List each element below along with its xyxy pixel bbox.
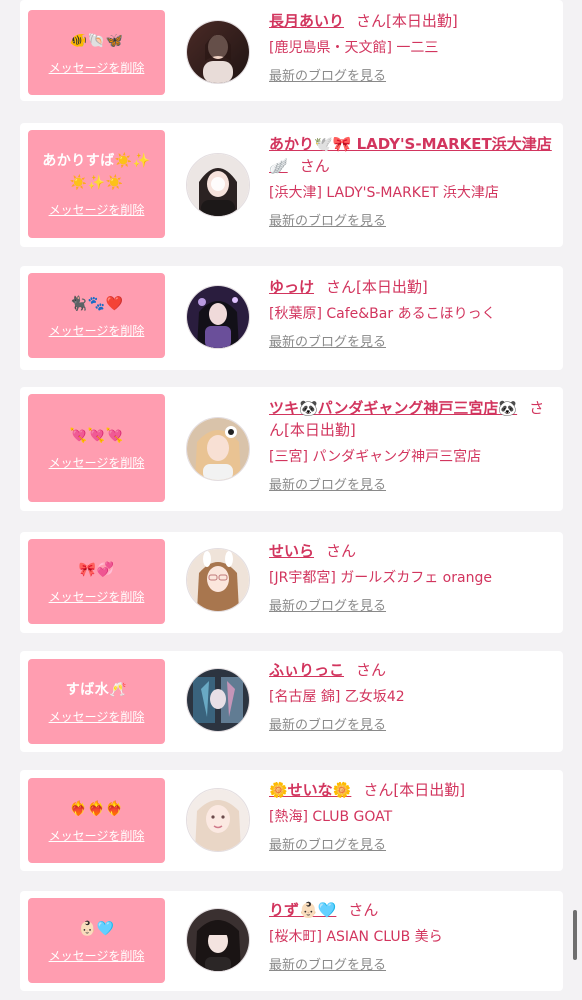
latest-blog-link[interactable]: 最新のブログを見る	[269, 837, 386, 855]
scrollbar[interactable]	[573, 910, 577, 960]
girl-name-link[interactable]: りず👶🏻🩵	[269, 901, 336, 919]
girl-name-link[interactable]: ふぃりっこ	[269, 661, 344, 679]
shop-info: [JR宇都宮] ガールズカフェ orange	[269, 570, 492, 586]
avatar[interactable]	[186, 908, 250, 972]
latest-blog-link[interactable]: 最新のブログを見る	[269, 477, 386, 495]
latest-blog-link[interactable]: 最新のブログを見る	[269, 213, 386, 231]
avatar[interactable]	[186, 20, 250, 84]
list-item: あかりすば☀️✨☀️✨☀️ メッセージを削除 あかり🕊️🎀 LADY'S-MAR…	[20, 123, 563, 247]
message-box: 🐠🐚🦋 メッセージを削除	[28, 10, 165, 95]
shop-info: [秋葉原] Cafe&Bar あるこほりっく	[269, 306, 496, 322]
delete-message-link[interactable]: メッセージを削除	[49, 828, 145, 844]
list-item: 👶🏻🩵 メッセージを削除 りず👶🏻🩵 さん [桜木町] ASIAN CLUB 美ら…	[20, 891, 563, 991]
latest-blog-link[interactable]: 最新のブログを見る	[269, 957, 386, 975]
avatar[interactable]	[186, 153, 250, 217]
message-text: 👶🏻🩵	[78, 920, 115, 937]
delete-message-link[interactable]: メッセージを削除	[49, 60, 145, 76]
message-text: すば水🥂	[65, 681, 128, 698]
message-box: 🐈‍⬛🐾❤️ メッセージを削除	[28, 273, 165, 358]
shop-info: [三宮] パンダギャング神戸三宮店	[269, 449, 482, 465]
message-text: ❤️‍🔥❤️‍🔥❤️‍🔥	[69, 800, 124, 817]
avatar[interactable]	[186, 417, 250, 481]
list-item: すば水🥂 メッセージを削除 ふぃりっこ さん [名古屋 錦] 乙女坂42 最新のブ…	[20, 651, 563, 752]
honorific: さん	[299, 157, 330, 175]
list-item: 🎀💞 メッセージを削除 せいら さん [JR宇都宮] ガールズカフェ orange…	[20, 532, 563, 633]
delete-message-link[interactable]: メッセージを削除	[49, 323, 145, 339]
girl-name-link[interactable]: 🌼せいな🌼	[269, 781, 351, 799]
delete-message-link[interactable]: メッセージを削除	[49, 589, 145, 605]
girl-name-link[interactable]: 長月あいり	[269, 12, 344, 30]
message-box: 🎀💞 メッセージを削除	[28, 539, 165, 624]
shop-info: [熱海] CLUB GOAT	[269, 809, 393, 825]
message-box: あかりすば☀️✨☀️✨☀️ メッセージを削除	[28, 130, 165, 238]
delete-message-link[interactable]: メッセージを削除	[49, 709, 145, 725]
list-item: 💘💘💘 メッセージを削除 ツキ🐼パンダギャング神戸三宮店🐼 さん[本日出勤] [三…	[20, 387, 563, 511]
status-badge: [本日出勤]	[386, 12, 458, 30]
latest-blog-link[interactable]: 最新のブログを見る	[269, 334, 386, 352]
delete-message-link[interactable]: メッセージを削除	[49, 455, 145, 471]
message-text: 🐈‍⬛🐾❤️	[69, 295, 124, 312]
girl-name-link[interactable]: ゆっけ	[269, 278, 314, 296]
delete-message-link[interactable]: メッセージを削除	[49, 202, 145, 218]
honorific: さん	[356, 661, 387, 679]
status-badge: [本日出勤]	[284, 421, 356, 439]
latest-blog-link[interactable]: 最新のブログを見る	[269, 717, 386, 735]
honorific: さん	[356, 12, 387, 30]
honorific: さん	[326, 278, 357, 296]
status-badge: [本日出勤]	[393, 781, 466, 799]
shop-info: [桜木町] ASIAN CLUB 美ら	[269, 929, 443, 945]
girl-name-link[interactable]: ツキ🐼パンダギャング神戸三宮店🐼	[269, 399, 517, 417]
honorific: さん	[363, 781, 394, 799]
latest-blog-link[interactable]: 最新のブログを見る	[269, 68, 386, 86]
message-text: 🎀💞	[78, 561, 115, 578]
avatar[interactable]	[186, 285, 250, 349]
list-item: ❤️‍🔥❤️‍🔥❤️‍🔥 メッセージを削除 🌼せいな🌼 さん[本日出勤] [熱海]…	[20, 770, 563, 871]
honorific: さん	[348, 901, 379, 919]
message-text: 🐠🐚🦋	[69, 32, 124, 49]
avatar[interactable]	[186, 788, 250, 852]
shop-info: [鹿児島県・天文館] 一二三	[269, 40, 439, 56]
message-box: ❤️‍🔥❤️‍🔥❤️‍🔥 メッセージを削除	[28, 778, 165, 863]
avatar[interactable]	[186, 548, 250, 612]
message-box: 👶🏻🩵 メッセージを削除	[28, 898, 165, 983]
girl-name-link[interactable]: せいら	[269, 542, 314, 560]
shop-info: [名古屋 錦] 乙女坂42	[269, 689, 405, 705]
delete-message-link[interactable]: メッセージを削除	[49, 948, 145, 964]
latest-blog-link[interactable]: 最新のブログを見る	[269, 598, 386, 616]
avatar[interactable]	[186, 668, 250, 732]
message-text: あかりすば☀️✨☀️✨☀️	[42, 153, 151, 191]
honorific: さん	[326, 542, 357, 560]
shop-info: [浜大津] LADY'S-MARKET 浜大津店	[269, 185, 499, 201]
message-box: 💘💘💘 メッセージを削除	[28, 394, 165, 502]
message-box: すば水🥂 メッセージを削除	[28, 659, 165, 744]
list-item: 🐈‍⬛🐾❤️ メッセージを削除 ゆっけ さん[本日出勤] [秋葉原] Cafe&B…	[20, 266, 563, 370]
status-badge: [本日出勤]	[356, 278, 428, 296]
list-item: 🐠🐚🦋 メッセージを削除 長月あいり さん[本日出勤] [鹿児島県・天文館] 一二…	[20, 0, 563, 101]
message-text: 💘💘💘	[69, 428, 124, 444]
